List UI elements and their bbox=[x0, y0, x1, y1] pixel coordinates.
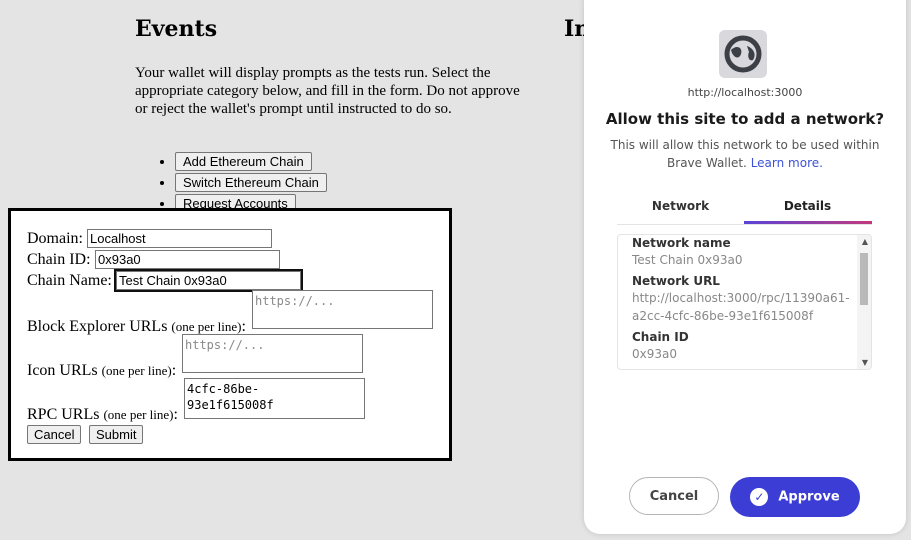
rpc-urls-row: RPC URLs (one per line): bbox=[27, 406, 178, 423]
page-title: Events bbox=[135, 16, 218, 42]
wallet-panel: http://localhost:3000 Allow this site to… bbox=[584, 0, 906, 534]
scroll-thumb[interactable] bbox=[860, 253, 868, 305]
add-chain-form-dialog: Domain: Chain ID: Chain Name: Block Expl… bbox=[8, 208, 452, 461]
block-explorer-label: Block Explorer URLs bbox=[27, 318, 168, 335]
active-tab-indicator bbox=[744, 221, 872, 224]
chain-id-row: Chain ID: bbox=[27, 251, 91, 269]
chain-id-detail-value: 0x93a0 bbox=[632, 347, 677, 361]
learn-more-link[interactable]: Learn more. bbox=[751, 156, 823, 170]
add-ethereum-chain-button[interactable]: Add Ethereum Chain bbox=[175, 152, 312, 171]
wallet-cancel-button[interactable]: Cancel bbox=[629, 477, 719, 515]
rpc-urls-label: RPC URLs bbox=[27, 406, 100, 423]
block-explorer-hint: (one per line) bbox=[171, 319, 242, 334]
wallet-prompt-title: Allow this site to add a network? bbox=[605, 110, 885, 128]
tab-network[interactable]: Network bbox=[617, 194, 744, 218]
chain-id-field[interactable] bbox=[95, 250, 280, 269]
domain-label: Domain: bbox=[27, 230, 83, 247]
tab-details[interactable]: Details bbox=[744, 194, 871, 218]
icon-urls-label: Icon URLs bbox=[27, 362, 98, 379]
check-icon: ✓ bbox=[750, 488, 769, 506]
form-cancel-button[interactable]: Cancel bbox=[27, 425, 82, 444]
form-submit-button[interactable]: Submit bbox=[89, 425, 144, 444]
network-name-label: Network name bbox=[632, 236, 731, 250]
action-list: Add Ethereum Chain Switch Ethereum Chain… bbox=[135, 152, 327, 215]
chain-name-row: Chain Name: bbox=[27, 272, 112, 290]
domain-row: Domain: bbox=[27, 230, 83, 248]
network-name-value: Test Chain 0x93a0 bbox=[632, 253, 743, 267]
chain-id-label: Chain ID: bbox=[27, 251, 91, 268]
chain-name-field[interactable] bbox=[114, 269, 303, 292]
icon-urls-row: Icon URLs (one per line): bbox=[27, 362, 177, 379]
wallet-approve-button[interactable]: ✓ Approve bbox=[730, 477, 860, 517]
network-url-label: Network URL bbox=[632, 274, 720, 288]
network-details-panel[interactable]: Network name Test Chain 0x93a0 Network U… bbox=[617, 234, 872, 370]
network-url-value: http://localhost:3000/rpc/11390a61-a2cc-… bbox=[632, 291, 850, 323]
icon-urls-field[interactable] bbox=[182, 334, 363, 373]
rpc-urls-field[interactable]: 4cfc-86be- 93e1f615008f bbox=[184, 378, 365, 419]
chain-id-detail-label: Chain ID bbox=[632, 330, 689, 344]
block-explorer-urls-field[interactable] bbox=[252, 290, 433, 329]
list-item: Switch Ethereum Chain bbox=[175, 173, 327, 194]
scroll-down-icon[interactable]: ▼ bbox=[862, 358, 868, 367]
details-scrollbar[interactable]: ▲ ▼ bbox=[857, 235, 871, 369]
list-item: Add Ethereum Chain bbox=[175, 152, 327, 173]
icon-urls-hint: (one per line) bbox=[101, 363, 172, 378]
chain-name-label: Chain Name: bbox=[27, 272, 112, 289]
site-origin: http://localhost:3000 bbox=[687, 86, 803, 99]
domain-field[interactable] bbox=[87, 229, 272, 248]
rpc-urls-hint: (one per line) bbox=[103, 407, 174, 422]
switch-ethereum-chain-button[interactable]: Switch Ethereum Chain bbox=[175, 173, 327, 192]
intro-text: Your wallet will display prompts as the … bbox=[135, 65, 520, 117]
scroll-up-icon[interactable]: ▲ bbox=[862, 237, 868, 246]
wallet-prompt-description: This will allow this network to be used … bbox=[610, 138, 880, 170]
details-list: Network name Test Chain 0x93a0 Network U… bbox=[632, 235, 854, 367]
globe-icon bbox=[719, 30, 767, 78]
